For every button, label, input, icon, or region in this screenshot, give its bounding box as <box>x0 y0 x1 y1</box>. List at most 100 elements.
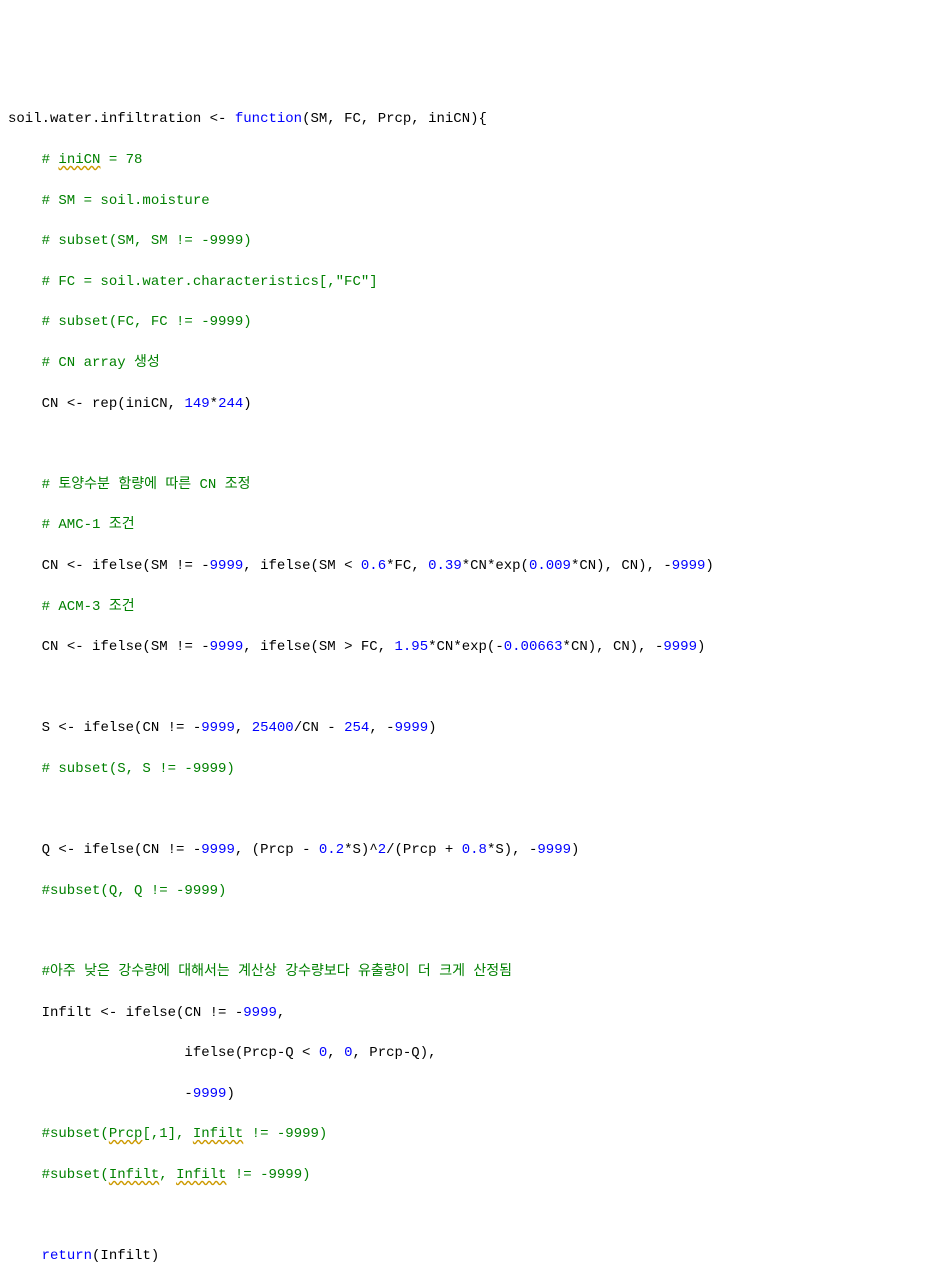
call: ifelse(CN != - <box>117 1005 243 1021</box>
comment: # <box>8 152 58 168</box>
indent <box>8 1248 42 1264</box>
code-line: #아주 낮은 강수량에 대해서는 계산상 강수량보다 유출량이 더 크게 산정됨 <box>8 962 936 982</box>
paren: ) <box>571 842 579 858</box>
blank-line <box>8 800 936 820</box>
number: 9999 <box>663 639 697 655</box>
blank-line <box>8 921 936 941</box>
number: 9999 <box>210 558 244 574</box>
number: 25400 <box>252 720 294 736</box>
code-line: # FC = soil.water.characteristics[,"FC"] <box>8 272 936 292</box>
code-line: # subset(S, S != -9999) <box>8 759 936 779</box>
call: *CN), CN), - <box>563 639 664 655</box>
comment: # 토양수분 함량에 따른 CN 조정 <box>8 477 251 493</box>
code-line: # SM = soil.moisture <box>8 191 936 211</box>
code-line: Q <- ifelse(CN != -9999, (Prcp - 0.2*S)^… <box>8 840 936 860</box>
number: 9999 <box>210 639 244 655</box>
keyword-function: function <box>235 111 302 127</box>
identifier: Q <box>8 842 58 858</box>
number: 0.6 <box>361 558 386 574</box>
code-line: #subset(Q, Q != -9999) <box>8 881 936 901</box>
comment-wavy: iniCN <box>58 152 100 168</box>
comment: [,1], <box>142 1126 192 1142</box>
comment: = 78 <box>100 152 142 168</box>
call: ifelse(SM != - <box>84 639 210 655</box>
text: , (Prcp - <box>235 842 319 858</box>
code-line: S <- ifelse(CN != -9999, 25400/CN - 254,… <box>8 718 936 738</box>
text: /CN - <box>294 720 344 736</box>
text: *S)^ <box>344 842 378 858</box>
code-line: CN <- ifelse(SM != -9999, ifelse(SM < 0.… <box>8 556 936 576</box>
code-line: CN <- rep(iniCN, 149*244) <box>8 394 936 414</box>
code-line: # iniCN = 78 <box>8 150 936 170</box>
code-line: ifelse(Prcp-Q < 0, 0, Prcp-Q), <box>8 1043 936 1063</box>
number: 254 <box>344 720 369 736</box>
operator: <- <box>67 639 84 655</box>
comment: #subset(Q, Q != -9999) <box>8 883 226 899</box>
paren: ) <box>697 639 705 655</box>
code-line: # subset(SM, SM != -9999) <box>8 231 936 251</box>
comment: # ACM-3 조건 <box>8 599 135 615</box>
number: 0 <box>319 1045 327 1061</box>
operator: <- <box>67 558 84 574</box>
comment-wavy: Infilt <box>109 1167 159 1183</box>
comment: != -9999) <box>243 1126 327 1142</box>
number: 0.2 <box>319 842 344 858</box>
text: , <box>327 1045 344 1061</box>
number: 9999 <box>537 842 571 858</box>
text: , <box>235 720 252 736</box>
text: , Prcp-Q), <box>352 1045 436 1061</box>
number: 9999 <box>201 720 235 736</box>
code-line: # ACM-3 조건 <box>8 597 936 617</box>
operator: <- <box>67 396 84 412</box>
comment: #아주 낮은 강수량에 대해서는 계산상 강수량보다 유출량이 더 크게 산정됨 <box>8 964 512 980</box>
call: *CN), CN), - <box>571 558 672 574</box>
space <box>226 111 234 127</box>
call: *FC, <box>386 558 428 574</box>
comment-wavy: Prcp <box>109 1126 143 1142</box>
number: 2 <box>378 842 386 858</box>
keyword-return: return <box>42 1248 92 1264</box>
comment: # subset(SM, SM != -9999) <box>8 233 252 249</box>
number: 0.8 <box>462 842 487 858</box>
call: , ifelse(SM < <box>243 558 361 574</box>
number: 9999 <box>395 720 429 736</box>
call: ifelse(CN != - <box>75 842 201 858</box>
number: 9999 <box>193 1086 227 1102</box>
code-block: soil.water.infiltration <- function(SM, … <box>8 89 936 1278</box>
comment-wavy: Infilt <box>193 1126 243 1142</box>
call: ifelse(CN != - <box>75 720 201 736</box>
comment-wavy: Infilt <box>176 1167 226 1183</box>
comment: , <box>159 1167 176 1183</box>
operator: <- <box>210 111 227 127</box>
code-line: # 토양수분 함량에 따른 CN 조정 <box>8 475 936 495</box>
text: - <box>8 1086 193 1102</box>
number: 9999 <box>201 842 235 858</box>
identifier: soil.water.infiltration <box>8 111 210 127</box>
comment: #subset( <box>8 1126 109 1142</box>
paren: ) <box>705 558 713 574</box>
paren: (Infilt) <box>92 1248 159 1264</box>
code-line: #subset(Infilt, Infilt != -9999) <box>8 1165 936 1185</box>
params: (SM, FC, Prcp, iniCN){ <box>302 111 487 127</box>
operator: <- <box>58 842 75 858</box>
comment: # subset(FC, FC != -9999) <box>8 314 252 330</box>
code-line: # AMC-1 조건 <box>8 515 936 535</box>
code-line: -9999) <box>8 1084 936 1104</box>
code-line: CN <- ifelse(SM != -9999, ifelse(SM > FC… <box>8 637 936 657</box>
comment: != -9999) <box>226 1167 310 1183</box>
blank-line <box>8 1206 936 1226</box>
call: ifelse(SM != - <box>84 558 210 574</box>
paren: ) <box>243 396 251 412</box>
text: , - <box>369 720 394 736</box>
comment: # FC = soil.water.characteristics[,"FC"] <box>8 274 378 290</box>
identifier: CN <box>8 396 67 412</box>
comment: # SM = soil.moisture <box>8 193 210 209</box>
code-line: # subset(FC, FC != -9999) <box>8 312 936 332</box>
text: , <box>277 1005 285 1021</box>
operator: <- <box>58 720 75 736</box>
operator: <- <box>100 1005 117 1021</box>
code-line: return(Infilt) <box>8 1246 936 1266</box>
identifier: S <box>8 720 58 736</box>
identifier: Infilt <box>8 1005 100 1021</box>
identifier: CN <box>8 558 67 574</box>
